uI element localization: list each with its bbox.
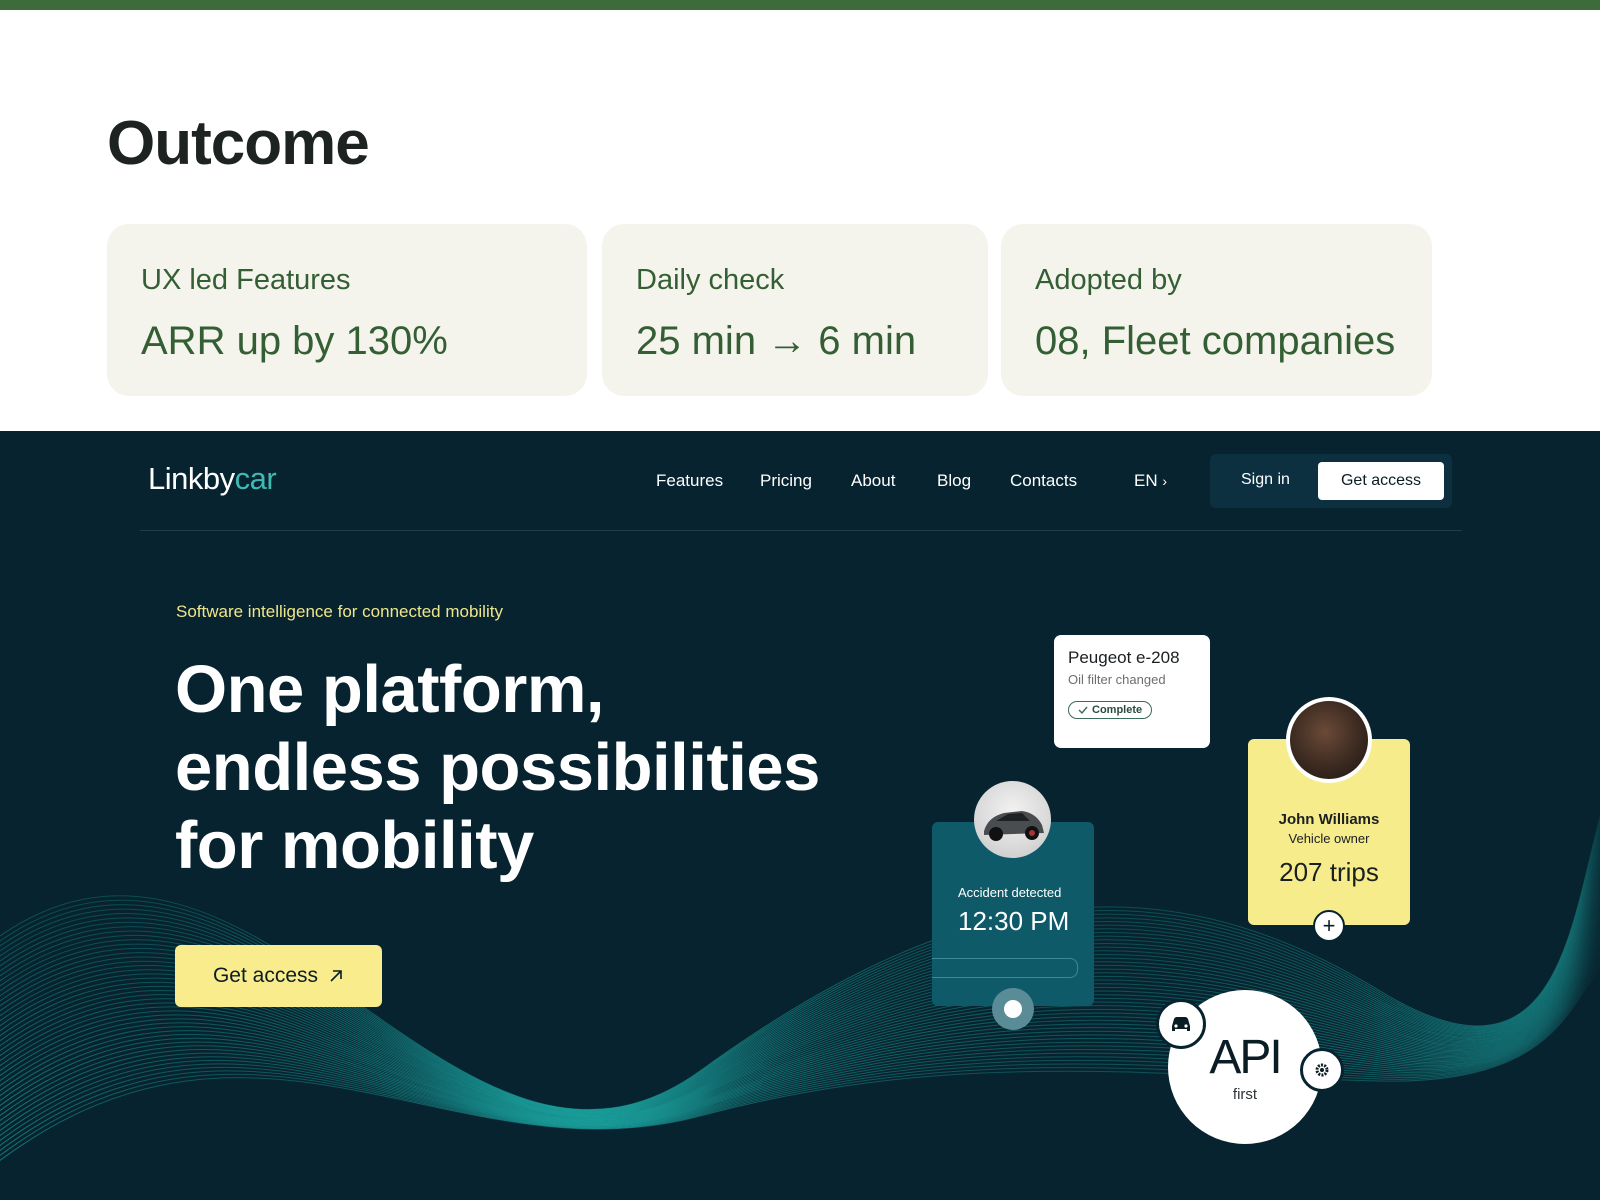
car-image bbox=[974, 781, 1051, 858]
check-icon bbox=[1078, 706, 1088, 715]
outcome-card-label: Adopted by bbox=[1035, 264, 1182, 296]
owner-role: Vehicle owner bbox=[1288, 831, 1370, 846]
outcome-card-features: UX led Features ARR up by 130% bbox=[107, 224, 587, 396]
status-badge: Complete bbox=[1068, 701, 1153, 719]
arrow-up-right-icon bbox=[330, 970, 342, 982]
gear-icon bbox=[1300, 1048, 1344, 1092]
cta-label: Get access bbox=[212, 964, 319, 987]
outcome-card-daily-check: Daily check 25 min → 6 min bbox=[602, 224, 988, 396]
vehicle-status-card[interactable]: Peugeot e-208 Oil filter changed Complet… bbox=[1054, 635, 1210, 748]
outcome-card-value: 08, Fleet companies bbox=[1035, 319, 1396, 363]
get-access-cta-button[interactable]: Get access bbox=[175, 945, 382, 1007]
vehicle-service-note: Oil filter changed bbox=[1068, 672, 1166, 687]
nav-divider bbox=[140, 530, 1462, 531]
hero-section: Linkbycar Features Pricing About Blog Co… bbox=[0, 431, 1600, 1200]
accident-label: Accident detected bbox=[958, 885, 1062, 900]
outcome-card-value: ARR up by 130% bbox=[141, 319, 448, 363]
car-icon bbox=[984, 811, 1044, 841]
hero-headline: One platform, endless possibilities for … bbox=[175, 651, 855, 885]
outcome-card-value: 25 min → 6 min bbox=[636, 319, 917, 363]
outcome-card-label: UX led Features bbox=[141, 264, 351, 296]
accident-time: 12:30 PM bbox=[958, 906, 1070, 936]
outcome-card-adopted: Adopted by 08, Fleet companies bbox=[1001, 224, 1432, 396]
headline-line: for mobility bbox=[175, 808, 534, 883]
logo-text: Linkby bbox=[148, 461, 235, 496]
nav-link-about[interactable]: About bbox=[851, 471, 895, 491]
avatar bbox=[1286, 697, 1372, 783]
car-icon bbox=[1156, 999, 1206, 1049]
status-badge-label: Complete bbox=[1092, 704, 1143, 716]
headline-line: One platform, bbox=[175, 652, 605, 727]
owner-name: John Williams bbox=[1278, 811, 1380, 828]
hero-tagline: Software intelligence for connected mobi… bbox=[176, 602, 503, 621]
language-label: EN bbox=[1134, 471, 1158, 490]
nav-link-contacts[interactable]: Contacts bbox=[1010, 471, 1077, 491]
owner-trips: 207 trips bbox=[1279, 857, 1379, 887]
nav-link-blog[interactable]: Blog bbox=[937, 471, 971, 491]
get-access-nav-label: Get access bbox=[1340, 472, 1422, 489]
get-access-nav-button[interactable]: Get access bbox=[1318, 462, 1444, 500]
nav-link-pricing[interactable]: Pricing bbox=[760, 471, 812, 491]
logo-accent-text: car bbox=[234, 461, 277, 496]
sign-in-link[interactable]: Sign in bbox=[1241, 471, 1290, 489]
connector-line bbox=[932, 958, 1078, 978]
outcome-card-label: Daily check bbox=[636, 264, 785, 296]
knob-dot bbox=[1004, 1000, 1022, 1018]
outcome-title: Outcome bbox=[107, 109, 370, 178]
vehicle-name: Peugeot e-208 bbox=[1068, 648, 1180, 667]
api-subtitle: first bbox=[1232, 1086, 1258, 1103]
timeline-knob[interactable] bbox=[992, 988, 1034, 1030]
plus-icon[interactable]: + bbox=[1313, 910, 1345, 942]
top-accent-bar bbox=[0, 0, 1600, 10]
avatar-photo bbox=[1290, 701, 1368, 779]
nav-link-features[interactable]: Features bbox=[656, 471, 723, 491]
language-selector[interactable]: EN › bbox=[1134, 471, 1167, 491]
brand-logo[interactable]: Linkbycar bbox=[148, 461, 277, 497]
chevron-right-icon: › bbox=[1162, 473, 1168, 489]
headline-line: endless possibilities bbox=[175, 730, 820, 805]
